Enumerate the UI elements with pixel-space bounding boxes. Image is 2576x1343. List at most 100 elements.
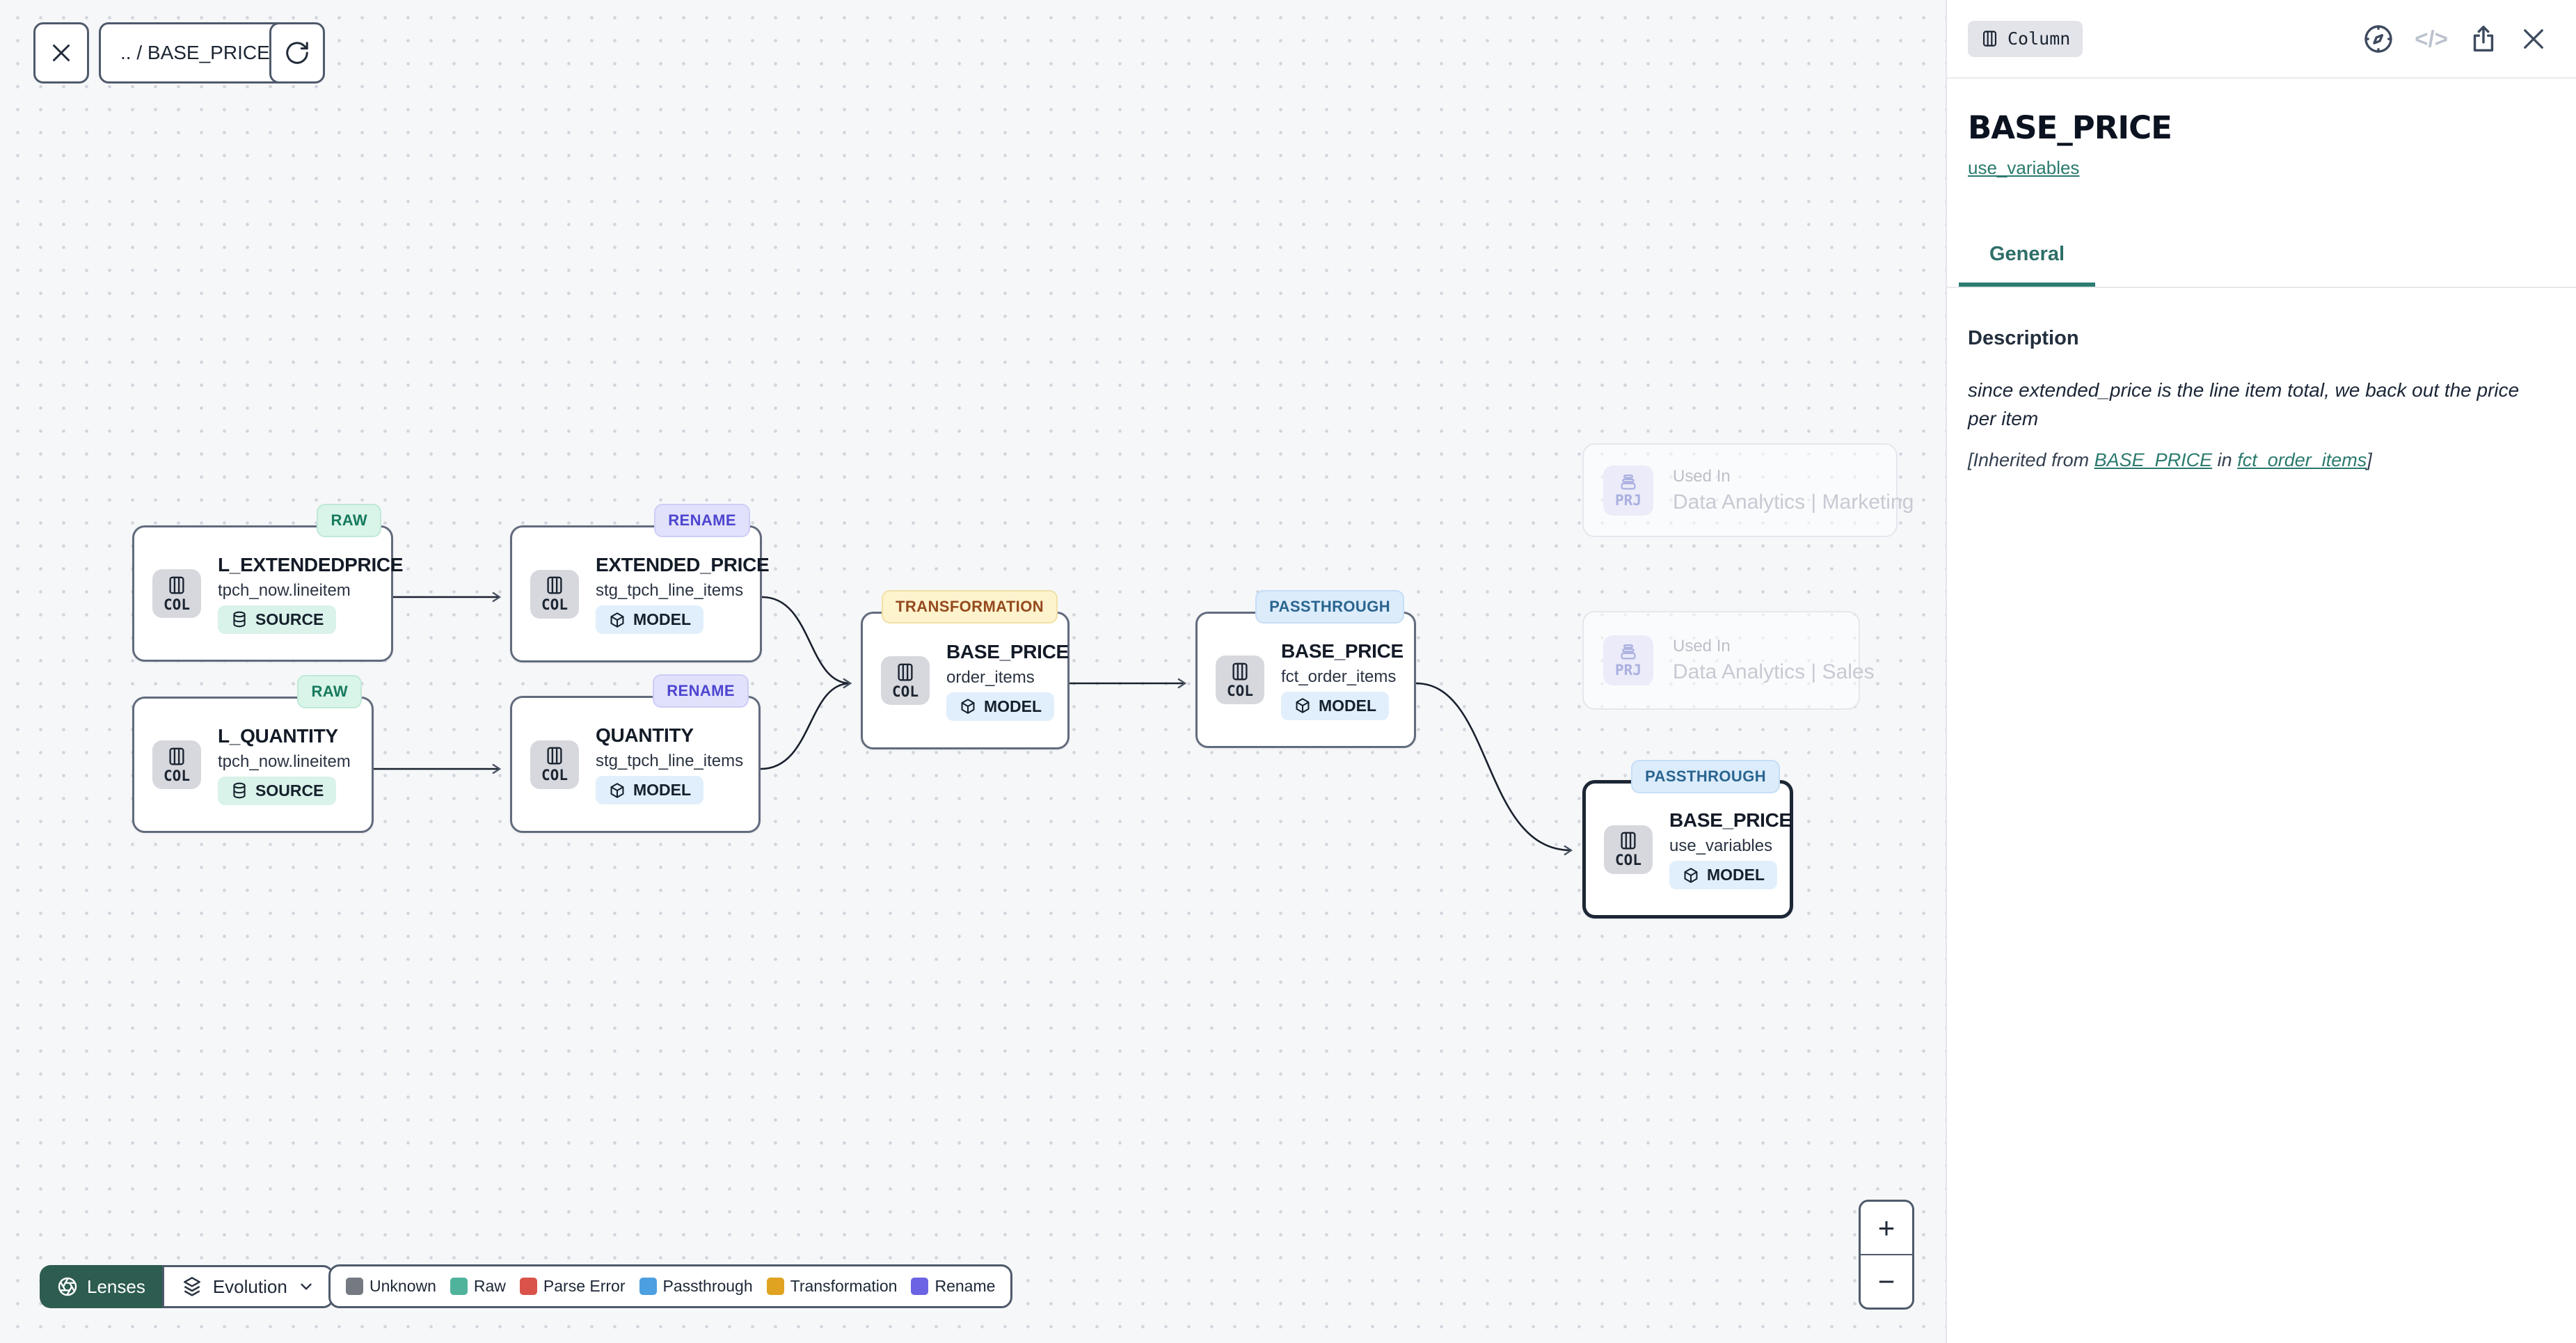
legend-item-raw: Raw: [450, 1277, 506, 1296]
lineage-node-base-price-fct-order-items[interactable]: PASSTHROUGH COL BASE_PRICE fct_order_ite…: [1195, 612, 1416, 748]
description-inherited: [Inherited from BASE_PRICE in fct_order_…: [1968, 450, 2548, 471]
used-in-node-sales[interactable]: PRJ Used In Data Analytics | Sales: [1582, 611, 1860, 710]
node-model: tpch_now.lineitem: [218, 581, 351, 601]
column-kind-chip: COL: [881, 656, 930, 705]
node-title: EXTENDED_PRICE: [596, 554, 769, 576]
used-in-label: Used In: [1673, 467, 1914, 486]
column-kind-chip: COL: [152, 740, 201, 789]
compass-icon: [2362, 22, 2395, 56]
lineage-node-l-quantity[interactable]: RAW COL L_QUANTITY tpch_now.lineitem SOU…: [132, 697, 374, 833]
used-in-node-marketing[interactable]: PRJ Used In Data Analytics | Marketing: [1582, 443, 1898, 537]
columns-icon: [166, 575, 187, 596]
used-in-name: Data Analytics | Sales: [1673, 660, 1875, 684]
legend-item-rename: Rename: [911, 1277, 995, 1296]
column-kind-chip: COL: [1604, 825, 1653, 874]
legend-swatch: [346, 1278, 363, 1295]
layers-icon: [181, 1276, 203, 1298]
code-icon: </>: [2415, 26, 2448, 52]
model-chip: MODEL: [596, 605, 703, 634]
node-model: stg_tpch_line_items: [596, 581, 743, 601]
explore-compass-button[interactable]: [2362, 22, 2395, 56]
evolution-badge: RAW: [297, 675, 362, 708]
legend-item-unknown: Unknown: [346, 1277, 436, 1296]
node-model: order_items: [946, 668, 1035, 688]
close-panel-button[interactable]: [2519, 24, 2548, 54]
share-icon: [2467, 23, 2499, 55]
inherited-model-link[interactable]: fct_order_items: [2237, 450, 2367, 470]
evolution-badge: PASSTHROUGH: [1255, 590, 1404, 623]
close-lineage-button[interactable]: [33, 22, 89, 84]
cube-icon: [1294, 697, 1312, 715]
entity-type-badge: Column: [1968, 21, 2083, 57]
evolution-badge: RAW: [317, 504, 381, 537]
node-model: stg_tpch_line_items: [596, 752, 743, 771]
evolution-badge: PASSTHROUGH: [1631, 760, 1780, 793]
details-panel-header: Column </>: [1947, 0, 2576, 79]
details-panel: Column </> BASE_PRICE use_variables Gene…: [1946, 0, 2576, 1343]
model-chip: MODEL: [596, 776, 703, 804]
columns-icon: [544, 575, 565, 596]
tab-general[interactable]: General: [1959, 243, 2095, 287]
evolution-legend: Unknown Raw Parse Error Passthrough Tran…: [328, 1264, 1012, 1308]
column-kind-chip: COL: [530, 570, 579, 619]
refresh-icon: [284, 40, 310, 66]
legend-swatch: [450, 1278, 468, 1295]
inherited-column-link[interactable]: BASE_PRICE: [2094, 450, 2213, 470]
evolution-badge: RENAME: [654, 504, 750, 537]
legend-item-passthrough: Passthrough: [639, 1277, 753, 1296]
node-title: QUANTITY: [596, 724, 694, 747]
columns-icon: [1618, 830, 1639, 851]
lens-mode-label: Evolution: [213, 1276, 287, 1298]
close-icon: [49, 40, 74, 65]
used-in-name: Data Analytics | Marketing: [1673, 491, 1914, 514]
node-title: BASE_PRICE: [1281, 640, 1404, 662]
column-kind-chip: COL: [152, 569, 201, 618]
legend-item-parse-error: Parse Error: [520, 1277, 626, 1296]
share-button[interactable]: [2467, 23, 2499, 55]
zoom-in-button[interactable]: +: [1861, 1202, 1912, 1255]
project-kind-chip: PRJ: [1603, 466, 1653, 516]
legend-swatch: [767, 1278, 784, 1295]
zoom-out-button[interactable]: −: [1861, 1255, 1912, 1308]
lineage-node-l-extendedprice[interactable]: RAW COL L_EXTENDEDPRICE tpch_now.lineite…: [132, 525, 393, 662]
lens-mode-dropdown[interactable]: Evolution: [162, 1265, 334, 1308]
stack-icon: [1619, 472, 1638, 492]
database-icon: [230, 781, 248, 800]
stack-icon: [1619, 642, 1638, 662]
lenses-button[interactable]: Lenses: [40, 1265, 162, 1308]
description-body: since extended_price is the line item to…: [1968, 376, 2548, 433]
lenses-control: Lenses Evolution: [40, 1265, 334, 1308]
breadcrumb[interactable]: .. / BASE_PRICE: [99, 22, 292, 84]
lineage-node-quantity[interactable]: RENAME COL QUANTITY stg_tpch_line_items …: [510, 696, 761, 833]
node-title: BASE_PRICE: [1669, 809, 1792, 832]
cube-icon: [1682, 866, 1700, 884]
aperture-icon: [56, 1276, 79, 1298]
columns-icon: [166, 746, 187, 767]
evolution-badge: TRANSFORMATION: [882, 590, 1058, 623]
lineage-node-base-price-order-items[interactable]: TRANSFORMATION COL BASE_PRICE order_item…: [861, 612, 1070, 749]
lineage-node-extended-price[interactable]: RENAME COL EXTENDED_PRICE stg_tpch_line_…: [510, 525, 762, 662]
lineage-node-base-price-use-variables[interactable]: PASSTHROUGH COL BASE_PRICE use_variables…: [1582, 780, 1793, 919]
zoom-control: + −: [1859, 1200, 1914, 1310]
cube-icon: [608, 611, 626, 629]
columns-icon: [1230, 661, 1250, 682]
close-icon: [2519, 24, 2548, 54]
source-chip: SOURCE: [218, 777, 336, 805]
node-title: BASE_PRICE: [946, 641, 1069, 663]
legend-swatch: [639, 1278, 657, 1295]
legend-swatch: [911, 1278, 928, 1295]
node-model: fct_order_items: [1281, 667, 1396, 687]
model-chip: MODEL: [946, 692, 1054, 721]
node-title: L_QUANTITY: [218, 725, 338, 747]
breadcrumb-label: .. / BASE_PRICE: [120, 42, 270, 64]
model-link[interactable]: use_variables: [1968, 157, 2079, 179]
node-title: L_EXTENDEDPRICE: [218, 554, 403, 576]
legend-swatch: [520, 1278, 537, 1295]
lineage-canvas[interactable]: .. / BASE_PRICE RAW COL L_EXTENDEDPRICE …: [0, 0, 1946, 1343]
cube-icon: [608, 781, 626, 800]
refresh-button[interactable]: [269, 22, 325, 84]
model-chip: MODEL: [1281, 692, 1389, 720]
column-kind-chip: COL: [1216, 655, 1264, 704]
evolution-badge: RENAME: [653, 674, 749, 708]
lineage-app: .. / BASE_PRICE RAW COL L_EXTENDEDPRICE …: [0, 0, 2576, 1343]
